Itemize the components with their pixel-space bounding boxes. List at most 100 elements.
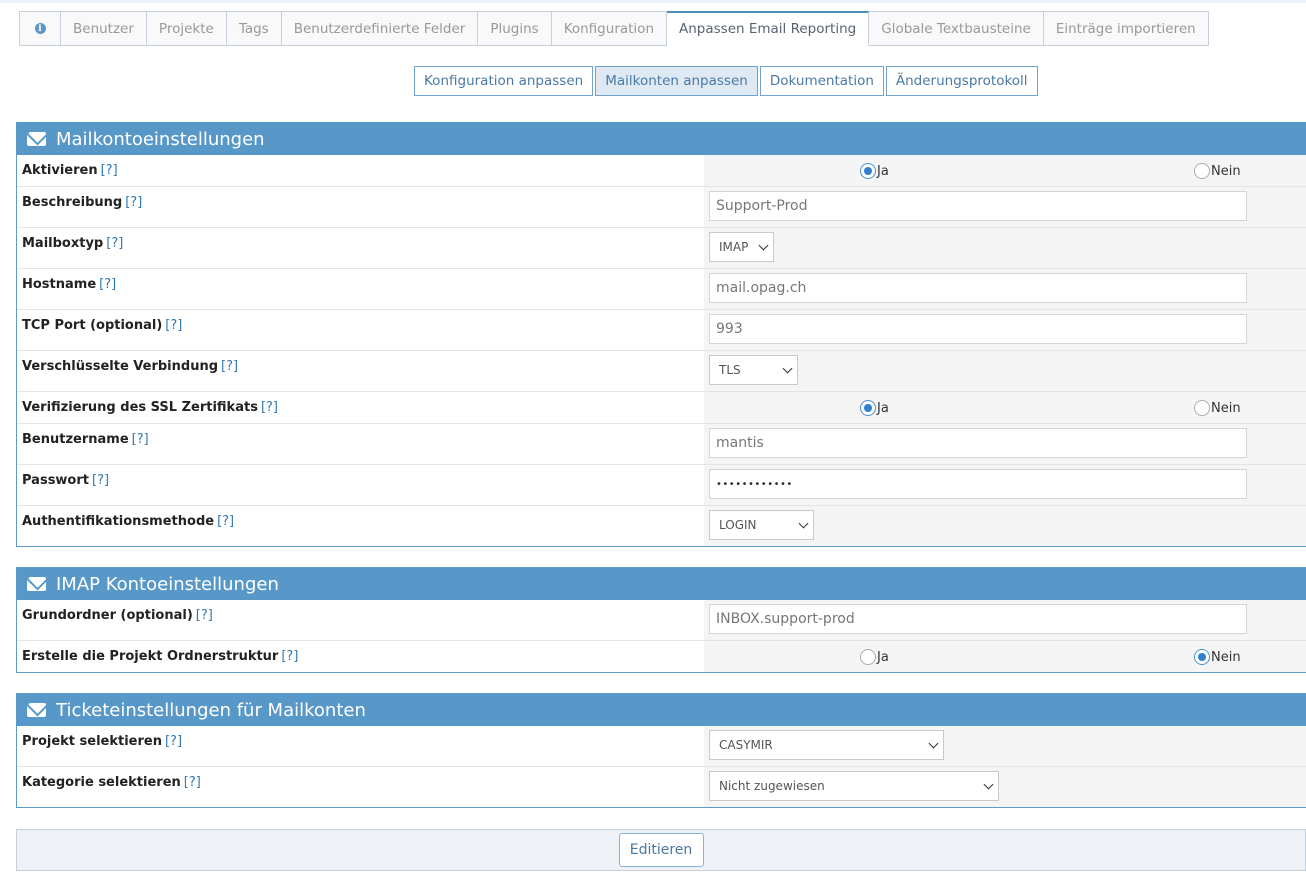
panel-title: IMAP Kontoeinstellungen (56, 573, 279, 595)
row-passwort: Passwort [?] •••••••••••• (17, 465, 1306, 506)
encryption-select[interactable]: TLS (709, 355, 798, 385)
help-link[interactable]: [?] (106, 236, 123, 251)
label-verschluesselung: Verschlüsselte Verbindung (22, 359, 219, 374)
label-port: TCP Port (optional) (22, 318, 163, 333)
row-hostname: Hostname [?] mail.opag.ch (17, 269, 1306, 310)
documentation-button[interactable]: Dokumentation (759, 66, 884, 96)
ssl-nein[interactable]: Nein (1194, 400, 1241, 416)
beschreibung-input[interactable]: Support-Prod (709, 191, 1247, 221)
help-link[interactable]: [?] (92, 473, 109, 488)
password-input[interactable]: •••••••••••• (709, 469, 1247, 499)
tab-plugins[interactable]: Plugins (478, 11, 552, 46)
help-link[interactable]: [?] (99, 277, 116, 292)
tab-konfiguration[interactable]: Konfiguration (551, 11, 667, 46)
top-border (0, 0, 1306, 3)
main-tabs: i Benutzer Projekte Tags Benutzerdefinie… (19, 11, 1209, 46)
row-verschluesselung: Verschlüsselte Verbindung [?] TLS (17, 351, 1306, 392)
kategorie-select[interactable]: Nicht zugewiesen (709, 771, 999, 801)
envelope-icon (27, 703, 46, 717)
mail-account-panel: Mailkontoeinstellungen Aktivieren [?] Ja … (16, 122, 1306, 547)
radio-yes[interactable] (860, 400, 876, 416)
help-link[interactable]: [?] (281, 649, 298, 664)
label-benutzername: Benutzername (22, 432, 129, 447)
row-benutzername: Benutzername [?] mantis (17, 424, 1306, 465)
chevron-down-icon (983, 779, 994, 789)
row-ordnerstruktur: Erstelle die Projekt Ordnerstruktur [?] J… (17, 641, 1306, 672)
ticket-panel: Ticketeinstellungen für Mailkonten Proje… (16, 693, 1306, 808)
tab-benutzer[interactable]: Benutzer (61, 11, 147, 46)
struktur-nein[interactable]: Nein (1194, 649, 1241, 665)
row-beschreibung: Beschreibung [?] Support-Prod (17, 187, 1306, 228)
radio-no[interactable] (1194, 649, 1210, 665)
imap-panel: IMAP Kontoeinstellungen Grundordner (opt… (16, 567, 1306, 673)
form-footer: Editieren (16, 829, 1306, 871)
label-grundordner: Grundordner (optional) (22, 608, 193, 623)
port-input[interactable]: 993 (709, 314, 1247, 344)
mailboxtyp-select[interactable]: IMAP (709, 232, 774, 262)
ssl-ja[interactable]: Ja (860, 400, 889, 416)
panel-title: Mailkontoeinstellungen (56, 128, 265, 150)
changelog-button[interactable]: Änderungsprotokoll (885, 66, 1038, 96)
radio-no[interactable] (1194, 163, 1210, 179)
help-link[interactable]: [?] (125, 195, 142, 210)
struktur-ja[interactable]: Ja (860, 649, 889, 665)
row-ssl: Verifizierung des SSL Zertifikats [?] Ja … (17, 392, 1306, 424)
info-icon: i (34, 23, 46, 34)
row-kategorie: Kategorie selektieren [?] Nicht zugewiese… (17, 767, 1306, 807)
tab-email-reporting[interactable]: Anpassen Email Reporting (667, 11, 870, 46)
label-ssl: Verifizierung des SSL Zertifikats (22, 400, 258, 415)
label-ordnerstruktur: Erstelle die Projekt Ordnerstruktur (22, 649, 279, 664)
grundordner-input[interactable]: INBOX.support-prod (709, 604, 1247, 634)
tab-custom-fields[interactable]: Benutzerdefinierte Felder (281, 11, 479, 46)
chevron-down-icon (782, 363, 793, 373)
aktivieren-nein[interactable]: Nein (1194, 163, 1241, 179)
label-beschreibung: Beschreibung (22, 195, 123, 210)
chevron-down-icon (758, 240, 769, 250)
label-kategorie: Kategorie selektieren (22, 775, 181, 790)
panel-header: Ticketeinstellungen für Mailkonten (17, 694, 1306, 726)
help-link[interactable]: [?] (261, 400, 278, 415)
radio-no[interactable] (1194, 400, 1210, 416)
chevron-down-icon (928, 738, 939, 748)
configure-button[interactable]: Konfiguration anpassen (414, 66, 594, 96)
help-link[interactable]: [?] (196, 608, 213, 623)
tab-info[interactable]: i (19, 11, 61, 46)
tab-import[interactable]: Einträge importieren (1043, 11, 1209, 46)
row-projekt: Projekt selektieren [?] CASYMIR (17, 726, 1306, 767)
edit-button[interactable]: Editieren (618, 833, 704, 867)
row-mailboxtyp: Mailboxtyp [?] IMAP (17, 228, 1306, 269)
help-link[interactable]: [?] (221, 359, 238, 374)
help-link[interactable]: [?] (217, 514, 234, 529)
mail-accounts-button[interactable]: Mailkonten anpassen (595, 66, 758, 96)
row-port: TCP Port (optional) [?] 993 (17, 310, 1306, 351)
tab-projekte[interactable]: Projekte (146, 11, 227, 46)
help-link[interactable]: [?] (165, 734, 182, 749)
help-link[interactable]: [?] (132, 432, 149, 447)
tab-tags[interactable]: Tags (226, 11, 282, 46)
help-link[interactable]: [?] (165, 318, 182, 333)
label-auth: Authentifikationsmethode (22, 514, 215, 529)
help-link[interactable]: [?] (101, 163, 118, 178)
radio-yes[interactable] (860, 649, 876, 665)
row-aktivieren: Aktivieren [?] Ja Nein (17, 155, 1306, 187)
aktivieren-ja[interactable]: Ja (860, 163, 889, 179)
projekt-select[interactable]: CASYMIR (709, 730, 944, 760)
username-input[interactable]: mantis (709, 428, 1247, 458)
label-projekt: Projekt selektieren (22, 734, 162, 749)
panel-header: Mailkontoeinstellungen (17, 123, 1306, 155)
sub-navigation: Konfiguration anpassen Mailkonten anpass… (414, 66, 1038, 96)
label-mailboxtyp: Mailboxtyp (22, 236, 104, 251)
label-aktivieren: Aktivieren (22, 163, 98, 178)
row-grundordner: Grundordner (optional) [?] INBOX.support-… (17, 600, 1306, 641)
chevron-down-icon (798, 518, 809, 528)
hostname-input[interactable]: mail.opag.ch (709, 273, 1247, 303)
panel-header: IMAP Kontoeinstellungen (17, 568, 1306, 600)
tab-textbausteine[interactable]: Globale Textbausteine (869, 11, 1044, 46)
auth-select[interactable]: LOGIN (709, 510, 814, 540)
panel-title: Ticketeinstellungen für Mailkonten (56, 699, 366, 721)
envelope-icon (27, 577, 46, 591)
radio-yes[interactable] (860, 163, 876, 179)
row-auth: Authentifikationsmethode [?] LOGIN (17, 506, 1306, 546)
help-link[interactable]: [?] (184, 775, 201, 790)
envelope-icon (27, 132, 46, 146)
